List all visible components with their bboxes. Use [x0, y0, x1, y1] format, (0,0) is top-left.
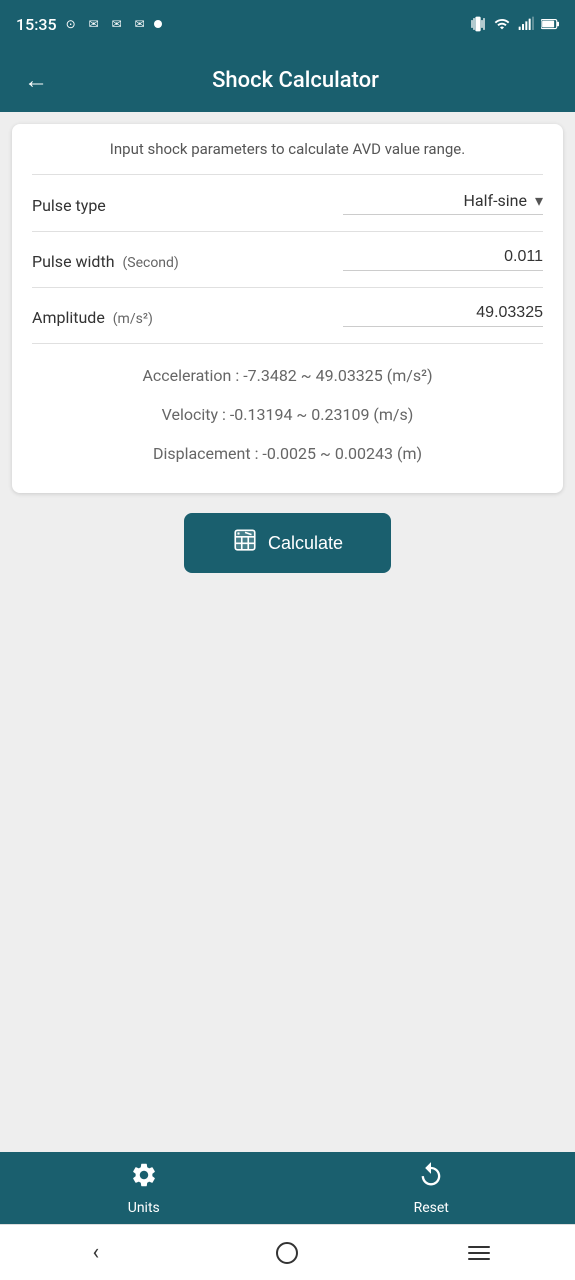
- mail-icon: ✉: [85, 15, 103, 33]
- status-left: 15:35 ⊙ ✉ ✉ ✉: [16, 15, 162, 34]
- app-bar: ← Shock Calculator: [0, 48, 575, 112]
- calculator-card: Input shock parameters to calculate AVD …: [12, 124, 563, 493]
- menu-nav-button[interactable]: [454, 1233, 504, 1273]
- mail3-icon: ✉: [131, 15, 149, 33]
- pulse-type-select[interactable]: Half-sine ▾: [343, 191, 543, 215]
- divider-3: [32, 287, 543, 288]
- amplitude-label-group: Amplitude (m/s²): [32, 308, 153, 327]
- pulse-type-label: Pulse type: [32, 196, 106, 215]
- menu-lines-icon: [468, 1246, 490, 1260]
- calculate-button[interactable]: Calculate: [184, 513, 391, 573]
- page-title: Shock Calculator: [72, 68, 519, 93]
- amplitude-input[interactable]: [343, 304, 543, 327]
- displacement-result: Displacement : -0.0025 ~ 0.00243 (m): [32, 434, 543, 473]
- wifi-icon: [493, 15, 511, 33]
- acceleration-result: Acceleration : -7.3482 ~ 49.03325 (m/s²): [32, 356, 543, 395]
- pulse-width-label-group: Pulse width (Second): [32, 252, 179, 271]
- battery-icon: [541, 15, 559, 33]
- amplitude-row: Amplitude (m/s²): [32, 292, 543, 339]
- subtitle-text: Input shock parameters to calculate AVD …: [32, 140, 543, 158]
- status-time: 15:35: [16, 15, 57, 34]
- pulse-width-input[interactable]: [343, 248, 543, 271]
- back-nav-button[interactable]: ‹: [71, 1233, 121, 1273]
- pulse-width-label: Pulse width: [32, 252, 115, 271]
- home-nav-button[interactable]: [262, 1233, 312, 1273]
- back-chevron-icon: ‹: [93, 1240, 100, 1265]
- dot-indicator: [154, 20, 162, 28]
- pulse-type-row: Pulse type Half-sine ▾: [32, 179, 543, 227]
- mail2-icon: ✉: [108, 15, 126, 33]
- clock-icon: ⊙: [62, 15, 80, 33]
- status-right-icons: [469, 15, 559, 33]
- vibrate-icon: [469, 15, 487, 33]
- calculate-btn-container: Calculate: [12, 493, 563, 583]
- amplitude-label: Amplitude: [32, 308, 105, 327]
- home-circle-icon: [276, 1242, 298, 1264]
- system-nav-bar: ‹: [0, 1224, 575, 1280]
- gear-icon: [130, 1161, 158, 1196]
- units-nav-item[interactable]: Units: [94, 1161, 194, 1216]
- divider-1: [32, 174, 543, 175]
- chevron-down-icon: ▾: [535, 191, 543, 210]
- divider-4: [32, 343, 543, 344]
- signal-icon: [517, 15, 535, 33]
- pulse-width-unit: (Second): [122, 255, 178, 271]
- units-nav-label: Units: [128, 1200, 160, 1216]
- velocity-result: Velocity : -0.13194 ~ 0.23109 (m/s): [32, 395, 543, 434]
- pulse-type-value: Half-sine: [464, 191, 527, 210]
- calculator-icon: [232, 527, 258, 559]
- reset-icon: [417, 1161, 445, 1196]
- main-content: Input shock parameters to calculate AVD …: [0, 112, 575, 1152]
- divider-2: [32, 231, 543, 232]
- pulse-width-row: Pulse width (Second): [32, 236, 543, 283]
- status-bar: 15:35 ⊙ ✉ ✉ ✉: [0, 0, 575, 48]
- results-section: Acceleration : -7.3482 ~ 49.03325 (m/s²)…: [32, 348, 543, 477]
- back-button[interactable]: ←: [16, 60, 56, 100]
- reset-nav-item[interactable]: Reset: [381, 1161, 481, 1216]
- calculate-label: Calculate: [268, 533, 343, 554]
- reset-nav-label: Reset: [414, 1200, 449, 1216]
- amplitude-unit: (m/s²): [113, 311, 153, 327]
- bottom-nav: Units Reset: [0, 1152, 575, 1224]
